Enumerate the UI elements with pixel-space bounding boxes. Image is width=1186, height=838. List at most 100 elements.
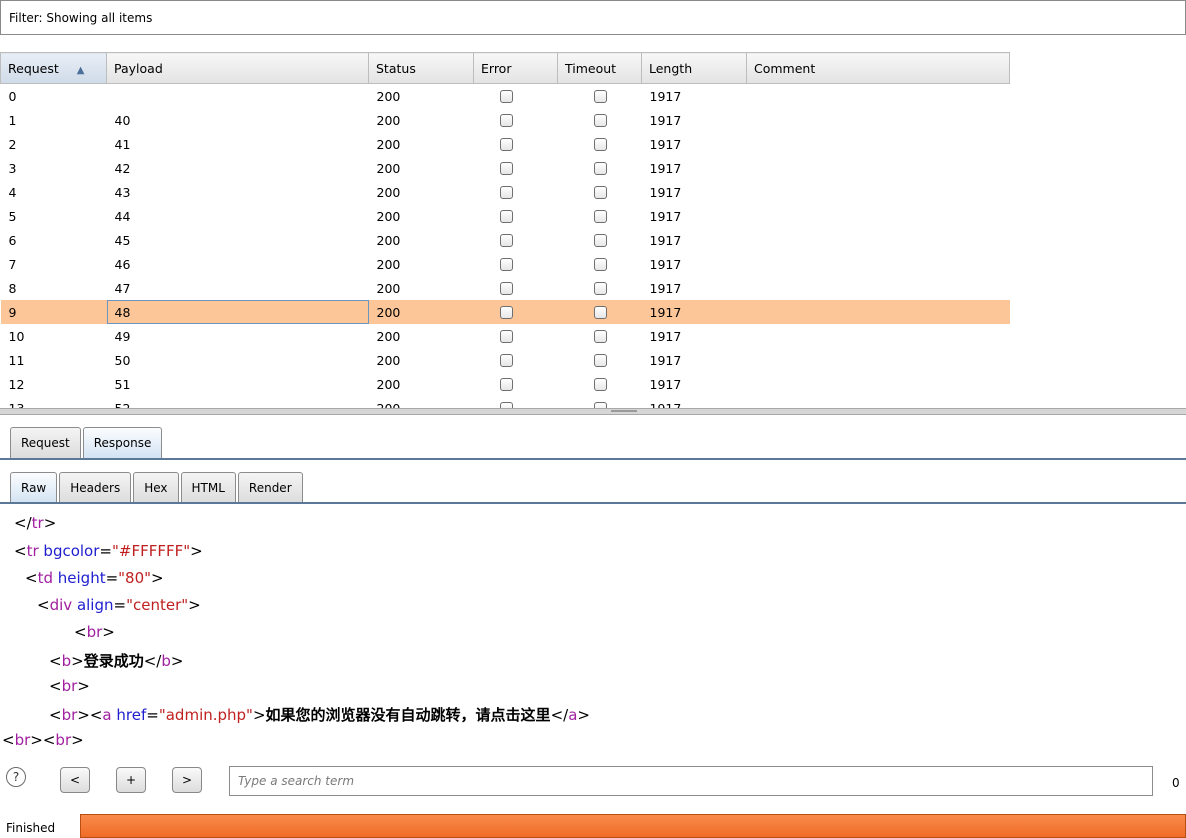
cell-comment bbox=[746, 300, 1010, 324]
cell-status: 200 bbox=[376, 232, 401, 248]
cell-error bbox=[474, 156, 558, 180]
tab-headers[interactable]: Headers bbox=[59, 472, 132, 503]
cell-timeout bbox=[558, 132, 642, 156]
cell-comment bbox=[747, 396, 1010, 408]
column-header-request[interactable]: Request ▲ bbox=[0, 52, 107, 84]
cell-length: 1917 bbox=[649, 352, 682, 368]
search-input[interactable] bbox=[229, 766, 1153, 796]
previous-match-button[interactable]: < bbox=[60, 767, 90, 793]
cell-length: 1917 bbox=[649, 280, 682, 296]
timeout-checkbox bbox=[593, 113, 607, 127]
cell-payload: 50 bbox=[114, 352, 131, 368]
cell-request: 13 bbox=[8, 400, 25, 409]
cell-payload: 48 bbox=[106, 300, 369, 324]
column-header-timeout[interactable]: Timeout bbox=[557, 52, 642, 84]
cell-payload bbox=[107, 84, 369, 109]
error-checkbox bbox=[499, 281, 513, 295]
filter-bar[interactable]: Filter: Showing all items bbox=[0, 0, 1186, 35]
code-line: </tr> bbox=[14, 514, 57, 532]
cell-payload: 40 bbox=[114, 112, 131, 128]
table-row[interactable]: 2 41 200 1917 bbox=[1, 132, 1010, 156]
column-header-payload[interactable]: Payload bbox=[106, 52, 369, 84]
timeout-checkbox bbox=[593, 89, 607, 103]
timeout-checkbox bbox=[593, 233, 607, 247]
cell-error bbox=[474, 276, 558, 300]
tab-request[interactable]: Request bbox=[10, 427, 81, 458]
cell-payload: 41 bbox=[114, 136, 131, 152]
pane-splitter[interactable] bbox=[0, 408, 1186, 415]
cell-payload: 47 bbox=[114, 280, 131, 296]
tab-hex[interactable]: Hex bbox=[133, 472, 179, 503]
cell-length: 1917 bbox=[649, 256, 682, 272]
column-header-status[interactable]: Status bbox=[368, 52, 474, 84]
cell-length: 1917 bbox=[649, 208, 682, 224]
error-checkbox bbox=[499, 161, 513, 175]
next-match-button[interactable]: > bbox=[172, 767, 202, 793]
progress-fill bbox=[81, 815, 1185, 837]
table-row[interactable]: 1 40 200 1917 bbox=[1, 108, 1010, 132]
cell-status: 200 bbox=[376, 136, 401, 152]
cell-payload: 52 bbox=[114, 400, 131, 409]
code-line: <b>登录成功</b> bbox=[49, 652, 184, 670]
filter-text: Filter: Showing all items bbox=[9, 11, 153, 25]
column-header-comment[interactable]: Comment bbox=[746, 52, 1010, 84]
column-header-length[interactable]: Length bbox=[641, 52, 747, 84]
cell-error bbox=[474, 108, 558, 132]
error-checkbox bbox=[499, 329, 513, 343]
cell-request: 0 bbox=[8, 88, 17, 104]
error-checkbox bbox=[499, 353, 513, 367]
table-row[interactable]: 9 48 200 1917 bbox=[0, 300, 1010, 324]
table-row[interactable]: 3 42 200 1917 bbox=[1, 156, 1010, 180]
cell-comment bbox=[747, 276, 1010, 300]
table-row[interactable]: 7 46 200 1917 bbox=[1, 252, 1010, 276]
help-circle-icon[interactable]: ? bbox=[6, 767, 26, 787]
tab-render[interactable]: Render bbox=[237, 472, 303, 503]
tab-raw[interactable]: Raw bbox=[10, 472, 58, 503]
table-row[interactable]: 5 44 200 1917 bbox=[1, 204, 1010, 228]
table-row[interactable]: 13 52 200 1917 bbox=[1, 396, 1010, 408]
cell-request: 3 bbox=[8, 160, 17, 176]
error-checkbox bbox=[499, 257, 513, 271]
table-row[interactable]: 6 45 200 1917 bbox=[1, 228, 1010, 252]
table-row[interactable]: 12 51 200 1917 bbox=[1, 372, 1010, 396]
timeout-checkbox bbox=[593, 353, 607, 367]
cell-comment bbox=[747, 108, 1010, 132]
cell-length: 1917 bbox=[649, 232, 682, 248]
cell-payload: 49 bbox=[114, 328, 131, 344]
error-checkbox bbox=[499, 305, 513, 319]
cell-error bbox=[474, 372, 558, 396]
cell-length: 1917 bbox=[649, 88, 682, 104]
table-row[interactable]: 0 200 1917 bbox=[1, 84, 1010, 109]
cell-request: 11 bbox=[8, 352, 25, 368]
tab-response[interactable]: Response bbox=[82, 427, 163, 458]
cell-error bbox=[474, 252, 558, 276]
tab-underline bbox=[0, 458, 1186, 460]
table-row[interactable]: 8 47 200 1917 bbox=[1, 276, 1010, 300]
table-row[interactable]: 11 50 200 1917 bbox=[1, 348, 1010, 372]
table-row[interactable]: 4 43 200 1917 bbox=[1, 180, 1010, 204]
cell-comment bbox=[747, 156, 1010, 180]
message-tabs: Request Response bbox=[10, 427, 164, 458]
cell-status: 200 bbox=[376, 352, 401, 368]
subtab-underline bbox=[0, 502, 1186, 504]
cell-payload: 42 bbox=[114, 160, 131, 176]
cell-timeout bbox=[558, 324, 642, 348]
error-checkbox bbox=[499, 209, 513, 223]
column-header-error[interactable]: Error bbox=[473, 52, 558, 84]
error-checkbox bbox=[499, 377, 513, 391]
cell-payload: 46 bbox=[114, 256, 131, 272]
cell-length: 1917 bbox=[649, 136, 682, 152]
table-row[interactable]: 10 49 200 1917 bbox=[1, 324, 1010, 348]
response-raw-view[interactable]: </tr> <tr bgcolor="#FFFFFF"> <td height=… bbox=[0, 508, 1186, 758]
add-search-button[interactable]: + bbox=[116, 767, 146, 793]
tab-html[interactable]: HTML bbox=[180, 472, 236, 503]
cell-payload: 44 bbox=[114, 208, 131, 224]
cell-request: 1 bbox=[8, 112, 17, 128]
timeout-checkbox bbox=[593, 329, 607, 343]
splitter-grip[interactable] bbox=[611, 410, 637, 412]
cell-comment bbox=[747, 228, 1010, 252]
cell-request: 8 bbox=[8, 280, 17, 296]
error-checkbox bbox=[499, 185, 513, 199]
search-bar: ? < + > 0 bbox=[0, 764, 1186, 798]
cell-request: 10 bbox=[8, 328, 25, 344]
